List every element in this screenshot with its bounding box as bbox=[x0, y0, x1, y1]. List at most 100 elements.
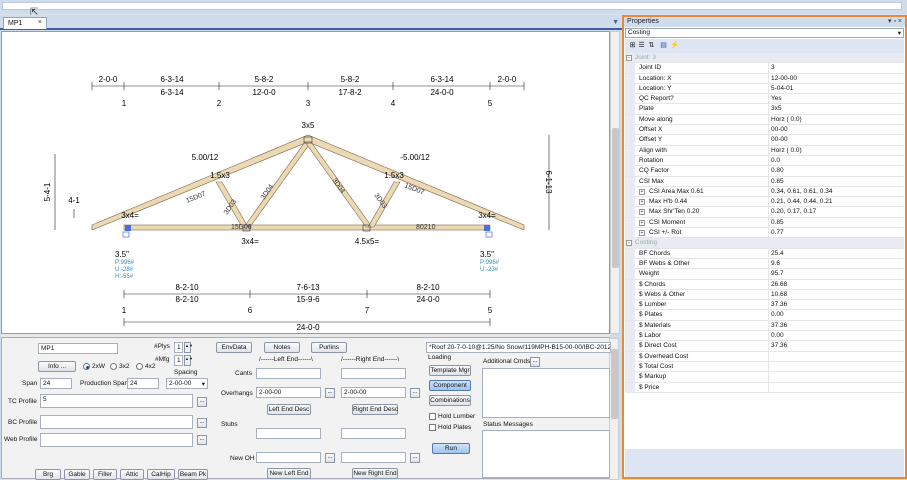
envdata-button[interactable]: EnvData bbox=[216, 342, 252, 353]
property-value[interactable]: 37.36 bbox=[771, 301, 787, 308]
property-value[interactable]: 10.68 bbox=[771, 291, 787, 298]
property-value[interactable]: 5-04-01 bbox=[771, 85, 793, 92]
property-row[interactable]: BF Webs & Other 9.6 bbox=[625, 258, 904, 270]
property-row[interactable]: $ Price bbox=[625, 382, 904, 393]
bc-profile-browse-button[interactable]: ... bbox=[197, 418, 207, 428]
property-value[interactable]: 00-00 bbox=[771, 136, 788, 143]
template-mgr-button[interactable]: Template Mgr bbox=[429, 365, 471, 376]
property-row[interactable]: Offset Y 00-00 bbox=[625, 135, 904, 146]
property-value[interactable]: 12-00-00 bbox=[771, 75, 797, 82]
expand-icon[interactable]: + bbox=[639, 199, 645, 206]
property-row[interactable]: $ Total Cost bbox=[625, 361, 904, 373]
property-value[interactable]: 0.0 bbox=[771, 157, 780, 164]
cants-left-field[interactable] bbox=[256, 368, 321, 379]
property-value[interactable]: 0.20, 0.17, 0.17 bbox=[771, 208, 816, 215]
property-value[interactable]: 00-00 bbox=[771, 126, 788, 133]
beam-pk-button[interactable]: Beam Pk bbox=[178, 469, 208, 480]
radio-2xw[interactable] bbox=[83, 363, 90, 370]
expand-icon[interactable]: + bbox=[639, 219, 645, 226]
expand-icon[interactable]: + bbox=[639, 209, 645, 216]
property-value[interactable]: 0.85 bbox=[771, 178, 784, 185]
right-end-desc-button[interactable]: Right End Desc bbox=[352, 404, 398, 415]
property-row[interactable]: CSI Max 0.85 bbox=[625, 176, 904, 187]
property-row[interactable]: Rotation 0.0 bbox=[625, 155, 904, 167]
overhang-right-field[interactable]: 2-00-00 bbox=[341, 387, 406, 398]
property-value[interactable]: Yes bbox=[771, 95, 782, 102]
property-value[interactable]: 0.34, 0.61, 0.61, 0.34 bbox=[771, 188, 832, 195]
production-span-field[interactable]: 24 bbox=[127, 378, 159, 389]
property-row[interactable]: + CSI Moment 0.85 bbox=[625, 217, 904, 229]
address-bar[interactable] bbox=[2, 2, 902, 10]
sort-alpha-icon[interactable]: ⇅ bbox=[647, 41, 656, 50]
property-row[interactable]: Weight 95.7 bbox=[625, 269, 904, 280]
panel-scrollbar[interactable] bbox=[609, 338, 619, 480]
property-row[interactable]: $ Chords 26.68 bbox=[625, 279, 904, 290]
overhang-left-field[interactable]: 2-00-00 bbox=[256, 387, 321, 398]
additional-cmds-box[interactable] bbox=[482, 368, 610, 418]
property-row[interactable]: Plate 3x5 bbox=[625, 104, 904, 115]
property-value[interactable]: 3 bbox=[771, 64, 775, 71]
property-grid[interactable]: − Joint: 3 Joint ID 3 Location: X 12-00-00 Loc… bbox=[625, 53, 904, 393]
truss-name-field[interactable]: MP1 bbox=[38, 343, 118, 354]
property-row[interactable]: BF Chords 25.4 bbox=[625, 248, 904, 259]
new-oh-right-browse-button[interactable]: ... bbox=[410, 453, 420, 463]
property-row[interactable]: $ Overhead Cost bbox=[625, 351, 904, 362]
overhang-right-browse-button[interactable]: ... bbox=[410, 388, 420, 398]
brg-button[interactable]: Brg bbox=[35, 469, 61, 480]
new-right-end-button[interactable]: New Right End bbox=[352, 468, 398, 479]
mfg-field[interactable]: 1 bbox=[174, 355, 183, 366]
hold-plates-checkbox[interactable] bbox=[429, 424, 436, 431]
property-category[interactable]: − Costing bbox=[625, 238, 904, 249]
property-row[interactable]: $ Plates 0.00 bbox=[625, 310, 904, 321]
stubs-right-field[interactable] bbox=[341, 428, 406, 439]
filler-button[interactable]: Filler bbox=[93, 469, 117, 480]
property-value[interactable]: 9.6 bbox=[771, 260, 780, 267]
panel-controls-icon[interactable]: ▾ ▫ × bbox=[888, 17, 902, 25]
radio-3x2[interactable] bbox=[110, 363, 117, 370]
property-value[interactable]: 25.4 bbox=[771, 250, 784, 257]
property-category[interactable]: − Joint: 3 bbox=[625, 53, 904, 64]
property-row[interactable]: $ Direct Cost 37.36 bbox=[625, 341, 904, 352]
property-value[interactable]: 0.00 bbox=[771, 332, 784, 339]
property-row[interactable]: Move along Horz ( 0.0) bbox=[625, 114, 904, 126]
events-lightning-icon[interactable]: ⚡ bbox=[670, 41, 679, 50]
property-row[interactable]: + CSI Area Max 0.61 0.34, 0.61, 0.61, 0.34 bbox=[625, 186, 904, 198]
property-row[interactable]: CQ Factor 0.80 bbox=[625, 166, 904, 177]
bc-profile-field[interactable] bbox=[40, 415, 193, 429]
web-profile-field[interactable] bbox=[40, 433, 193, 447]
list-icon[interactable]: ☰ bbox=[637, 41, 646, 50]
property-value[interactable]: 37.36 bbox=[771, 322, 787, 329]
expand-icon[interactable]: + bbox=[639, 230, 645, 237]
property-value[interactable]: 0.77 bbox=[771, 229, 784, 236]
property-value[interactable]: 26.68 bbox=[771, 281, 787, 288]
expand-icon[interactable]: + bbox=[639, 188, 645, 195]
property-row[interactable]: + Max Shr'Ten 0.20 0.20, 0.17, 0.17 bbox=[625, 207, 904, 218]
notes-button[interactable]: Notes bbox=[264, 342, 300, 353]
hold-lumber-checkbox[interactable] bbox=[429, 413, 436, 420]
property-value[interactable]: 37.36 bbox=[771, 342, 787, 349]
property-row[interactable]: $ Lumber 37.36 bbox=[625, 300, 904, 311]
component-button[interactable]: Component bbox=[429, 380, 471, 391]
property-row[interactable]: $ Labor 0.00 bbox=[625, 331, 904, 342]
truss-drawing[interactable] bbox=[91, 134, 525, 238]
property-row[interactable]: + CSI +/- Rot 0.77 bbox=[625, 228, 904, 239]
mfg-spinner[interactable]: ▲▼ bbox=[184, 355, 193, 366]
web-profile-browse-button[interactable]: ... bbox=[197, 435, 207, 445]
stubs-left-field[interactable] bbox=[256, 428, 321, 439]
new-oh-left-field[interactable] bbox=[256, 452, 321, 463]
run-button[interactable]: Run bbox=[432, 443, 470, 454]
property-value[interactable]: Horz ( 0.0) bbox=[771, 116, 802, 123]
property-value[interactable]: 3x5 bbox=[771, 105, 781, 112]
property-row[interactable]: QC Report? Yes bbox=[625, 94, 904, 105]
gable-button[interactable]: Gable bbox=[64, 469, 90, 480]
property-value[interactable]: 0.00 bbox=[771, 311, 784, 318]
property-row[interactable]: Location: Y 5-04-01 bbox=[625, 83, 904, 95]
property-row[interactable]: Align with Horz ( 0.0) bbox=[625, 145, 904, 156]
overhang-left-browse-button[interactable]: ... bbox=[325, 388, 335, 398]
status-messages-box[interactable] bbox=[482, 430, 610, 478]
property-value[interactable]: 0.21, 0.44, 0.44, 0.21 bbox=[771, 198, 832, 205]
property-value[interactable]: 0.85 bbox=[771, 219, 784, 226]
property-row[interactable]: Joint ID 3 bbox=[625, 63, 904, 74]
close-icon[interactable]: × bbox=[38, 19, 42, 26]
combinations-button[interactable]: Combinations bbox=[429, 395, 471, 406]
